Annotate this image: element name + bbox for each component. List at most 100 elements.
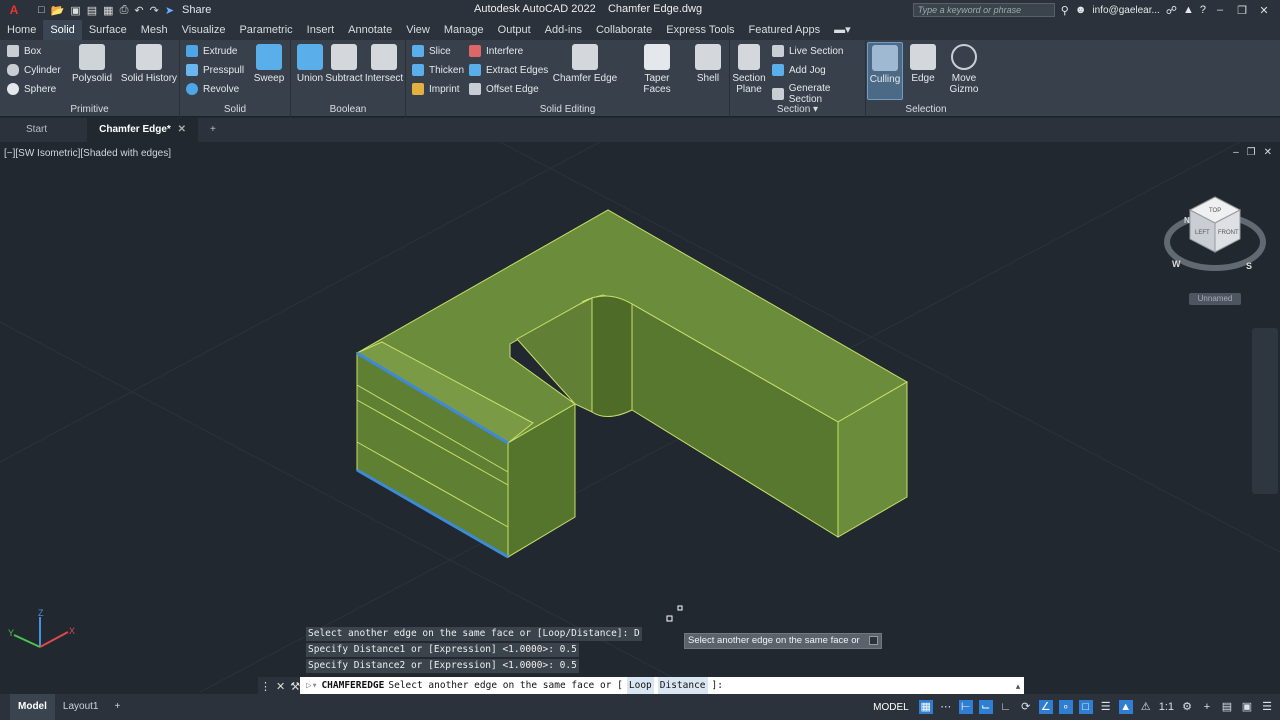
drawing-viewport[interactable]: [−][SW Isometric][Shaded with edges] – ❐… — [0, 142, 1280, 692]
ribbon-toggle-icon[interactable]: ▬▾ — [827, 20, 858, 40]
user-account[interactable]: info@gaelear... — [1092, 5, 1159, 16]
share-button[interactable]: Share — [182, 4, 211, 16]
tab-layout1[interactable]: Layout1 — [55, 694, 107, 720]
grid-icon[interactable]: ▦ — [918, 700, 933, 714]
tab-featured-apps[interactable]: Featured Apps — [742, 20, 828, 40]
box-button[interactable]: Box — [7, 45, 41, 57]
lineweight-icon[interactable]: ☰ — [1099, 700, 1113, 714]
annotation-visibility-icon[interactable]: ⚠ — [1139, 700, 1153, 714]
minimize-button[interactable]: – — [1212, 4, 1228, 16]
annotation-scale[interactable]: 1:1 — [1159, 700, 1174, 714]
autocad-logo-icon[interactable]: A — [0, 0, 28, 20]
live-section-button[interactable]: Live Section — [772, 45, 843, 57]
extract-edges-button[interactable]: Extract Edges — [469, 64, 548, 76]
tooltip-options-icon[interactable] — [869, 636, 878, 645]
panel-title-selection[interactable]: Selection — [866, 104, 986, 115]
tab-parametric[interactable]: Parametric — [232, 20, 299, 40]
close-command-icon[interactable]: ✕ — [276, 680, 285, 693]
tab-manage[interactable]: Manage — [437, 20, 491, 40]
tab-view[interactable]: View — [399, 20, 437, 40]
help-icon[interactable]: ? — [1200, 4, 1206, 16]
taper-faces-button[interactable]: Taper Faces — [630, 44, 684, 95]
move-gizmo-button[interactable]: Move Gizmo — [946, 44, 982, 95]
close-tab-icon[interactable]: ✕ — [178, 124, 186, 135]
union-button[interactable]: Union — [293, 44, 327, 84]
slice-button[interactable]: Slice — [412, 45, 451, 57]
panel-title-solid-editing[interactable]: Solid Editing — [406, 104, 729, 115]
revolve-button[interactable]: Revolve — [186, 83, 239, 95]
save-as-icon[interactable]: ▤ — [87, 4, 97, 17]
tab-solid[interactable]: Solid — [43, 20, 82, 40]
tab-visualize[interactable]: Visualize — [175, 20, 233, 40]
command-input[interactable]: ▷▾ CHAMFEREDGE Select another edge on th… — [300, 677, 1012, 695]
imprint-button[interactable]: Imprint — [412, 83, 460, 95]
polar-tracking-icon[interactable]: ⟳ — [1019, 700, 1033, 714]
model-space-toggle[interactable]: MODEL — [873, 702, 909, 713]
command-history-toggle-icon[interactable]: ▴ — [1012, 677, 1024, 695]
tab-express-tools[interactable]: Express Tools — [659, 20, 741, 40]
tab-annotate[interactable]: Annotate — [341, 20, 399, 40]
viewcube[interactable]: TOP LEFT FRONT W S N — [1164, 196, 1266, 271]
close-button[interactable]: ✕ — [1256, 4, 1272, 17]
print-icon[interactable]: ⎙ — [120, 4, 129, 17]
web-open-icon[interactable]: ▦ — [103, 4, 113, 17]
culling-button[interactable]: Culling — [867, 42, 903, 100]
tab-chamfer-edge[interactable]: Chamfer Edge* ✕ — [87, 118, 198, 142]
dynamic-input-icon[interactable]: ⌙ — [978, 700, 993, 714]
navigation-bar[interactable] — [1252, 328, 1278, 494]
panel-title-solid[interactable]: Solid — [180, 104, 290, 115]
polysolid-button[interactable]: Polysolid — [70, 44, 114, 84]
tab-output[interactable]: Output — [491, 20, 538, 40]
undo-icon[interactable]: ↶ — [134, 4, 143, 17]
shell-button[interactable]: Shell — [693, 44, 723, 84]
3d-object-snap-icon[interactable]: ▲ — [1118, 700, 1133, 714]
add-jog-button[interactable]: Add Jog — [772, 64, 826, 76]
solid-history-button[interactable]: Solid History — [120, 44, 178, 84]
restore-button[interactable]: ❐ — [1234, 4, 1250, 17]
chamfer-edge-button[interactable]: Chamfer Edge — [552, 44, 618, 84]
extrude-button[interactable]: Extrude — [186, 45, 237, 57]
subtract-button[interactable]: Subtract — [325, 44, 363, 84]
cylinder-button[interactable]: Cylinder — [7, 64, 61, 76]
generate-section-button[interactable]: Generate Section — [772, 83, 865, 105]
snap-icon[interactable]: ⋯ — [939, 700, 953, 714]
sweep-button[interactable]: Sweep — [252, 44, 286, 84]
intersect-button[interactable]: Intersect — [363, 44, 405, 84]
option-distance[interactable]: Distance — [657, 677, 708, 695]
search-icon[interactable]: ⚲ — [1061, 4, 1069, 17]
ucs-menu[interactable]: Unnamed — [1189, 293, 1241, 305]
panel-title-boolean[interactable]: Boolean — [291, 104, 405, 115]
interfere-button[interactable]: Interfere — [469, 45, 523, 57]
cart-icon[interactable]: ☍ — [1166, 4, 1177, 17]
new-tab-button[interactable]: + — [198, 118, 228, 142]
section-plane-button[interactable]: Section Plane — [732, 44, 766, 95]
object-snap-tracking-icon[interactable]: ∘ — [1058, 700, 1073, 714]
customization-menu-icon[interactable]: ☰ — [1260, 700, 1274, 714]
save-icon[interactable]: ▣ — [70, 4, 80, 17]
panel-title-primitive[interactable]: Primitive — [0, 104, 179, 115]
ortho-icon[interactable]: ∟ — [999, 700, 1013, 714]
infer-constraints-icon[interactable]: ⊢ — [958, 700, 973, 714]
tab-start[interactable]: Start — [14, 118, 59, 142]
edge-filter-button[interactable]: Edge — [906, 44, 940, 84]
redo-icon[interactable]: ↷ — [150, 4, 159, 17]
tab-collaborate[interactable]: Collaborate — [589, 20, 659, 40]
offset-edge-button[interactable]: Offset Edge — [469, 83, 539, 95]
customize-icon[interactable]: ⚒ — [290, 680, 300, 693]
add-layout-button[interactable]: + — [106, 694, 128, 720]
object-snap-icon[interactable]: □ — [1078, 700, 1093, 714]
tab-surface[interactable]: Surface — [82, 20, 134, 40]
grip-icon[interactable]: ⋮ — [260, 680, 271, 693]
clean-screen-icon[interactable]: ▣ — [1240, 700, 1254, 714]
tab-model[interactable]: Model — [10, 694, 55, 720]
units-icon[interactable]: ▤ — [1220, 700, 1234, 714]
annotation-monitor-icon[interactable]: + — [1200, 700, 1214, 714]
isodraft-icon[interactable]: ∠ — [1038, 700, 1053, 714]
presspull-button[interactable]: Presspull — [186, 64, 244, 76]
tab-home[interactable]: Home — [0, 20, 43, 40]
command-line-handle[interactable]: ⋮ ✕ ⚒ — [258, 677, 300, 695]
sphere-button[interactable]: Sphere — [7, 83, 56, 95]
thicken-button[interactable]: Thicken — [412, 64, 464, 76]
new-file-icon[interactable]: □ — [38, 4, 45, 16]
search-input[interactable]: Type a keyword or phrase — [912, 3, 1055, 17]
